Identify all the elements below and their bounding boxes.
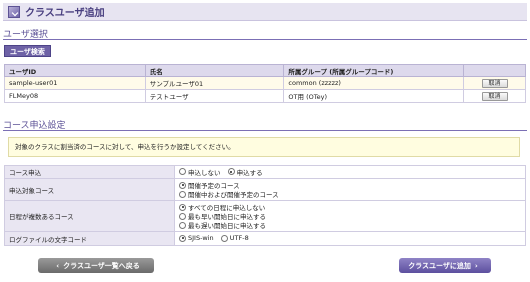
radio-label: SJIS-win [188, 234, 214, 242]
radio-button[interactable] [179, 181, 186, 189]
column-header-action [463, 64, 526, 77]
setting-options: SJIS-win UTF-8 [174, 231, 526, 246]
radio-button[interactable] [179, 203, 186, 211]
back-button-label: クラスユーザ一覧へ戻る [63, 261, 140, 270]
notice-box: 対象のクラスに割当済のコースに対して、申込を行うか設定してください。 [8, 137, 520, 157]
user-table-header: ユーザID 氏名 所属グループ (所属グループコード) [4, 64, 526, 77]
user-section-heading: ユーザ選択 [3, 27, 527, 40]
setting-row-log-encoding: ログファイルの文字コード SJIS-win UTF-8 [4, 231, 526, 246]
column-header-group: 所属グループ (所属グループコード) [283, 64, 465, 77]
radio-option-sjis[interactable]: SJIS-win [179, 234, 214, 243]
radio-label: 申込しない [188, 168, 221, 177]
user-table: ユーザID 氏名 所属グループ (所属グループコード) sample-user0… [4, 64, 526, 103]
setting-label: コース申込 [4, 165, 175, 179]
radio-label: 開催中および開催予定のコース [188, 191, 279, 199]
chevron-left-icon: ‹ [56, 261, 60, 270]
user-name-cell: テストユーザ [144, 89, 285, 103]
radio-button[interactable] [179, 190, 186, 198]
radio-option-utf8[interactable]: UTF-8 [220, 234, 249, 243]
setting-row-course-apply: コース申込 申込しない 申込する [4, 165, 526, 179]
course-section-heading: コース申込設定 [3, 118, 527, 131]
radio-label: 最も遅い開始日に申込する [188, 222, 266, 230]
setting-options: すべての日程に申込しない 最も早い開始日に申込する 最も遅い開始日に申込する [174, 200, 526, 232]
setting-label: ログファイルの文字コード [4, 231, 175, 246]
radio-button[interactable] [227, 168, 235, 175]
radio-option-apply-yes[interactable]: 申込する [227, 167, 263, 177]
radio-button[interactable] [179, 234, 186, 242]
radio-button[interactable] [179, 212, 186, 220]
user-name-cell: サンプルユーザ01 [144, 76, 285, 90]
setting-label: 日程が複数あるコース [4, 200, 175, 232]
radio-button[interactable] [179, 168, 186, 175]
radio-option-latest-start[interactable]: 最も遅い開始日に申込する [179, 221, 525, 230]
user-group-cell: common (zzzzz) [283, 76, 465, 90]
setting-label: 申込対象コース [4, 178, 175, 201]
user-group-cell: OT用 (OTey) [283, 89, 465, 103]
column-header-user-id: ユーザID [4, 64, 146, 77]
title-bar: クラスユーザ追加 [3, 3, 527, 21]
user-id-cell: FLMey08 [4, 89, 146, 103]
settings-table: コース申込 申込しない 申込する 申込対象コース 開催予定のコース 開催中および… [4, 165, 526, 246]
radio-option-apply-no[interactable]: 申込しない [179, 167, 221, 177]
setting-options: 申込しない 申込する [174, 165, 526, 179]
cancel-button[interactable]: 取消 [481, 78, 508, 88]
setting-row-target-course: 申込対象コース 開催予定のコース 開催中および開催予定のコース [4, 178, 526, 201]
radio-button[interactable] [179, 221, 186, 229]
action-cell: 取消 [463, 89, 526, 103]
action-cell: 取消 [463, 76, 526, 90]
add-button-label: クラスユーザに追加 [408, 261, 471, 270]
chevron-right-icon: › [474, 261, 478, 270]
radio-label: UTF-8 [229, 234, 249, 242]
setting-row-multiple-dates: 日程が複数あるコース すべての日程に申込しない 最も早い開始日に申込する 最も遅… [4, 200, 526, 232]
page-icon [8, 5, 20, 18]
table-row: FLMey08 テストユーザ OT用 (OTey) 取消 [4, 89, 526, 103]
user-id-cell: sample-user01 [4, 76, 146, 90]
radio-button[interactable] [220, 234, 228, 242]
add-class-user-button[interactable]: クラスユーザに追加 › [399, 258, 491, 273]
back-to-list-button[interactable]: ‹ クラスユーザ一覧へ戻る [38, 258, 154, 273]
table-row: sample-user01 サンプルユーザ01 common (zzzzz) 取… [4, 76, 526, 90]
cancel-button[interactable]: 取消 [481, 91, 508, 101]
column-header-name: 氏名 [144, 64, 285, 77]
radio-label: 申込する [236, 168, 263, 177]
user-search-button[interactable]: ユーザ検索 [4, 45, 51, 57]
radio-option-ongoing-and-scheduled[interactable]: 開催中および開催予定のコース [179, 190, 525, 199]
page-title: クラスユーザ追加 [25, 8, 105, 19]
setting-options: 開催予定のコース 開催中および開催予定のコース [174, 178, 526, 201]
